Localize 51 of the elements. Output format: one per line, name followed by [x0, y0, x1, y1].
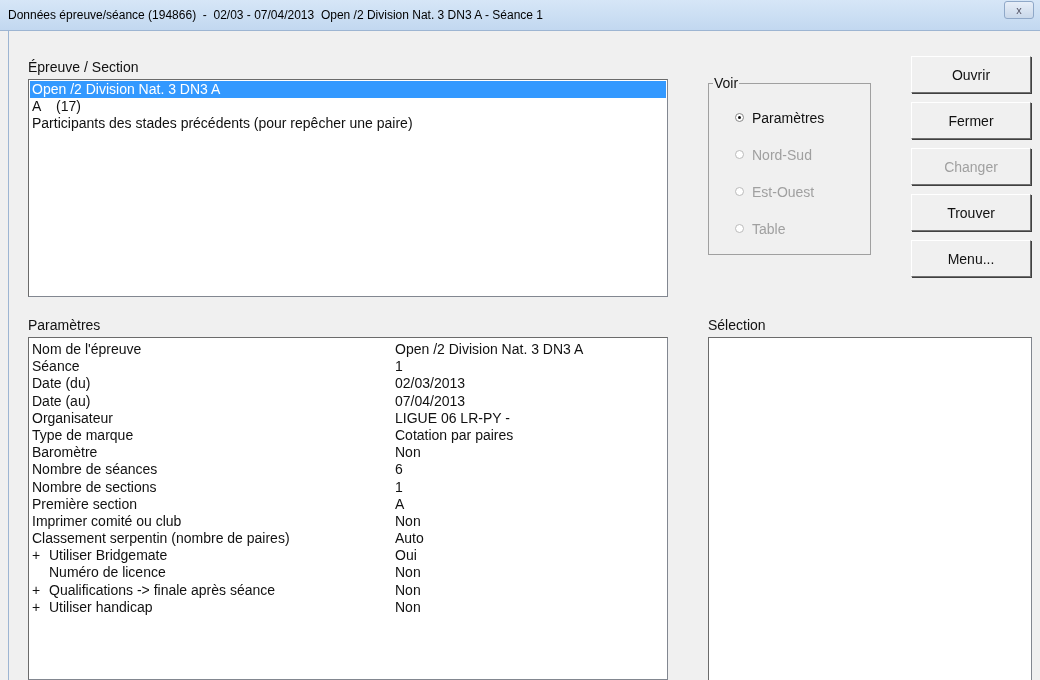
parameter-name: Utiliser Bridgemate — [49, 547, 169, 565]
selection-label: Sélection — [708, 317, 767, 335]
parameter-value: LIGUE 06 LR-PY - — [395, 409, 511, 427]
close-button[interactable]: x — [1004, 1, 1034, 19]
parameter-name: Type de marque — [32, 426, 135, 445]
section-list-item[interactable]: Participants des stades précédents (pour repêcher une paire) — [30, 115, 666, 132]
parameter-name: Qualifications -> finale après séance — [49, 581, 277, 599]
parameter-name: Première section — [32, 495, 139, 513]
parameter-name: Classement serpentin (nombre de paires) — [32, 530, 291, 548]
parameter-value: Cotation par paires — [395, 426, 515, 445]
parameter-value: 02/03/2013 — [395, 375, 467, 393]
parameter-value: 1 — [395, 478, 404, 496]
dialog-button[interactable]: Fermer — [911, 102, 1031, 139]
expand-marker[interactable]: + — [32, 581, 41, 598]
parameter-name: Organisateur — [32, 409, 114, 427]
parameter-name: Séance — [32, 358, 81, 376]
parameter-name: Utiliser handicap — [49, 598, 154, 616]
selection-list[interactable] — [708, 337, 1032, 680]
parameter-name: Nombre de séances — [32, 461, 159, 479]
parameter-value: 07/04/2013 — [395, 392, 467, 410]
dialog-button[interactable]: Trouver — [911, 194, 1031, 231]
parameters-label: Paramètres — [28, 317, 102, 335]
dialog-button[interactable]: Menu... — [911, 240, 1031, 277]
parameter-value: Non — [395, 598, 422, 616]
parameter-name: Numéro de licence — [49, 564, 167, 582]
parameter-name: Date (du) — [32, 375, 92, 393]
parameter-name: Nom de l'épreuve — [32, 341, 143, 359]
parameter-name: Baromètre — [32, 444, 99, 462]
radio-label[interactable]: Paramètres — [752, 109, 825, 126]
window-title: Données épreuve/séance (194866) - 02/03 - 07/04/2013 Open /2 Division Nat. 3 DN3 A - Séance 1 — [8, 8, 543, 22]
radio-button[interactable] — [735, 113, 744, 122]
parameter-value: Non — [395, 564, 422, 582]
expand-marker[interactable]: + — [32, 598, 41, 615]
section-list-item[interactable]: A (17) — [30, 98, 666, 115]
parameter-value: Non — [395, 512, 422, 531]
parameter-value: Open /2 Division Nat. 3 DN3 A — [395, 341, 585, 359]
dialog-button[interactable]: Ouvrir — [911, 56, 1031, 93]
parameter-value: Non — [395, 581, 422, 599]
parameter-value: 6 — [395, 461, 404, 479]
parameter-value: Auto — [395, 530, 425, 548]
parameter-value: Non — [395, 444, 422, 462]
parameter-name: Date (au) — [32, 392, 92, 410]
parameter-value: A — [395, 495, 406, 513]
section-list[interactable]: Open /2 Division Nat. 3 DN3 A A (17) Participants des stades précédents (pour repêcher une paire) — [28, 79, 668, 297]
parameter-name: Imprimer comité ou club — [32, 512, 183, 531]
group-label: Voir — [713, 75, 740, 91]
parameter-name: Nombre de sections — [32, 478, 158, 496]
expand-marker[interactable]: + — [32, 547, 41, 564]
parameter-value: 1 — [395, 358, 404, 376]
section-list-label: Épreuve / Section — [28, 59, 140, 77]
parameter-value: Oui — [395, 547, 418, 565]
